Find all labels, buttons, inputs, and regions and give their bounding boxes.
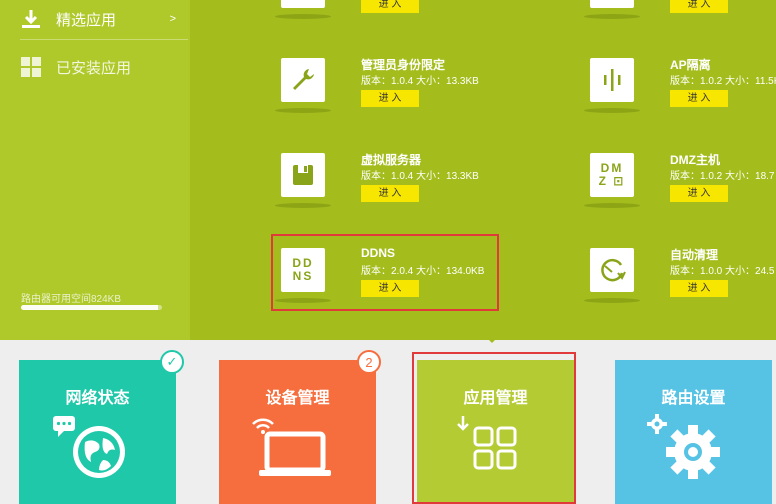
laptop-wifi-icon — [252, 418, 331, 476]
isolation-icon — [590, 58, 634, 102]
enter-button[interactable]: 进 入 — [670, 185, 728, 202]
app-meta: 版本：1.0.2 大小：11.5KB — [670, 76, 776, 87]
floppy-icon — [281, 153, 325, 197]
app-icon-tile — [590, 0, 634, 8]
tile-shadow — [584, 203, 640, 208]
nav-tile-router-settings[interactable]: 路由设置 — [615, 360, 772, 504]
app-card-virtual-server: 虚拟服务器 版本：1.0.4 大小：13.3KB 进 入 — [275, 153, 491, 233]
tile-shadow — [584, 108, 640, 113]
app-card-auto-clean: 自动清理 版本：1.0.0 大小：24.5 进 入 — [584, 248, 776, 328]
enter-button[interactable]: 进 入 — [670, 280, 728, 297]
app-name: 管理员身份限定 — [361, 58, 446, 72]
app-name: DMZ主机 — [670, 153, 720, 167]
windows-grid-icon — [21, 57, 41, 77]
tile-shadow — [275, 203, 331, 208]
app-store-panel: 精选应用 > 已安装应用 路由器可用空间824KB 进 入 进 入 管理员身份限… — [0, 0, 776, 340]
tile-text: Z ⊡ — [598, 174, 626, 188]
app-name: AP隔离 — [670, 58, 711, 72]
globe-chat-icon — [53, 416, 125, 478]
enter-button[interactable]: 进 入 — [361, 185, 419, 202]
nav-tile-network-status[interactable]: 网络状态 — [19, 360, 176, 504]
app-card: 进 入 — [275, 0, 491, 44]
app-card-dmz: DM Z ⊡ DMZ主机 版本：1.0.2 大小：18.7 进 入 — [584, 153, 776, 233]
app-meta: 版本：1.0.0 大小：24.5 — [670, 266, 775, 277]
storage-text: 路由器可用空间824KB — [21, 294, 122, 305]
app-icon-tile — [281, 0, 325, 8]
app-card: 进 入 — [584, 0, 776, 44]
enter-button[interactable]: 进 入 — [670, 0, 728, 13]
sidebar-item-label: 已安装应用 — [56, 59, 132, 77]
highlight-box — [412, 352, 576, 504]
nav-label: 网络状态 — [65, 390, 130, 407]
app-card-admin-limit: 管理员身份限定 版本：1.0.4 大小：13.3KB 进 入 — [275, 58, 491, 138]
enter-button[interactable]: 进 入 — [670, 90, 728, 107]
app-meta: 版本：1.0.4 大小：13.3KB — [361, 76, 479, 87]
notification-badge: 2 — [357, 350, 381, 374]
sidebar-item-featured-apps[interactable]: 精选应用 > — [0, 0, 190, 38]
app-name: 虚拟服务器 — [361, 153, 422, 167]
app-meta: 版本：1.0.4 大小：13.3KB — [361, 171, 479, 182]
tile-shadow — [275, 108, 331, 113]
wrench-icon — [281, 58, 325, 102]
app-meta: 版本：1.0.2 大小：18.7 — [670, 171, 775, 182]
gear-icon — [647, 414, 720, 479]
sidebar-item-label: 精选应用 — [56, 11, 117, 29]
highlight-box — [271, 234, 499, 311]
nav-tile-device-management[interactable]: 设备管理 — [219, 360, 376, 504]
tile-shadow — [584, 298, 640, 303]
chevron-right-icon: > — [169, 13, 176, 25]
nav-label: 路由设置 — [661, 390, 726, 407]
sidebar: 精选应用 > 已安装应用 路由器可用空间824KB — [0, 0, 190, 340]
divider — [20, 39, 188, 40]
clean-icon — [590, 248, 634, 292]
app-card-ap-isolation: AP隔离 版本：1.0.2 大小：11.5KB 进 入 — [584, 58, 776, 138]
dmz-icon: DM Z ⊡ — [590, 153, 634, 197]
download-icon — [22, 10, 40, 28]
nav-label: 设备管理 — [265, 390, 330, 407]
check-badge-icon: ✓ — [160, 350, 184, 374]
tile-shadow — [584, 14, 640, 19]
enter-button[interactable]: 进 入 — [361, 0, 419, 13]
sidebar-item-installed-apps[interactable]: 已安装应用 — [0, 48, 190, 86]
tile-shadow — [275, 14, 331, 19]
app-name: 自动清理 — [670, 248, 719, 262]
pointer-notch — [483, 334, 501, 343]
enter-button[interactable]: 进 入 — [361, 90, 419, 107]
storage-bar-fill — [21, 305, 158, 310]
storage-bar — [21, 305, 162, 310]
